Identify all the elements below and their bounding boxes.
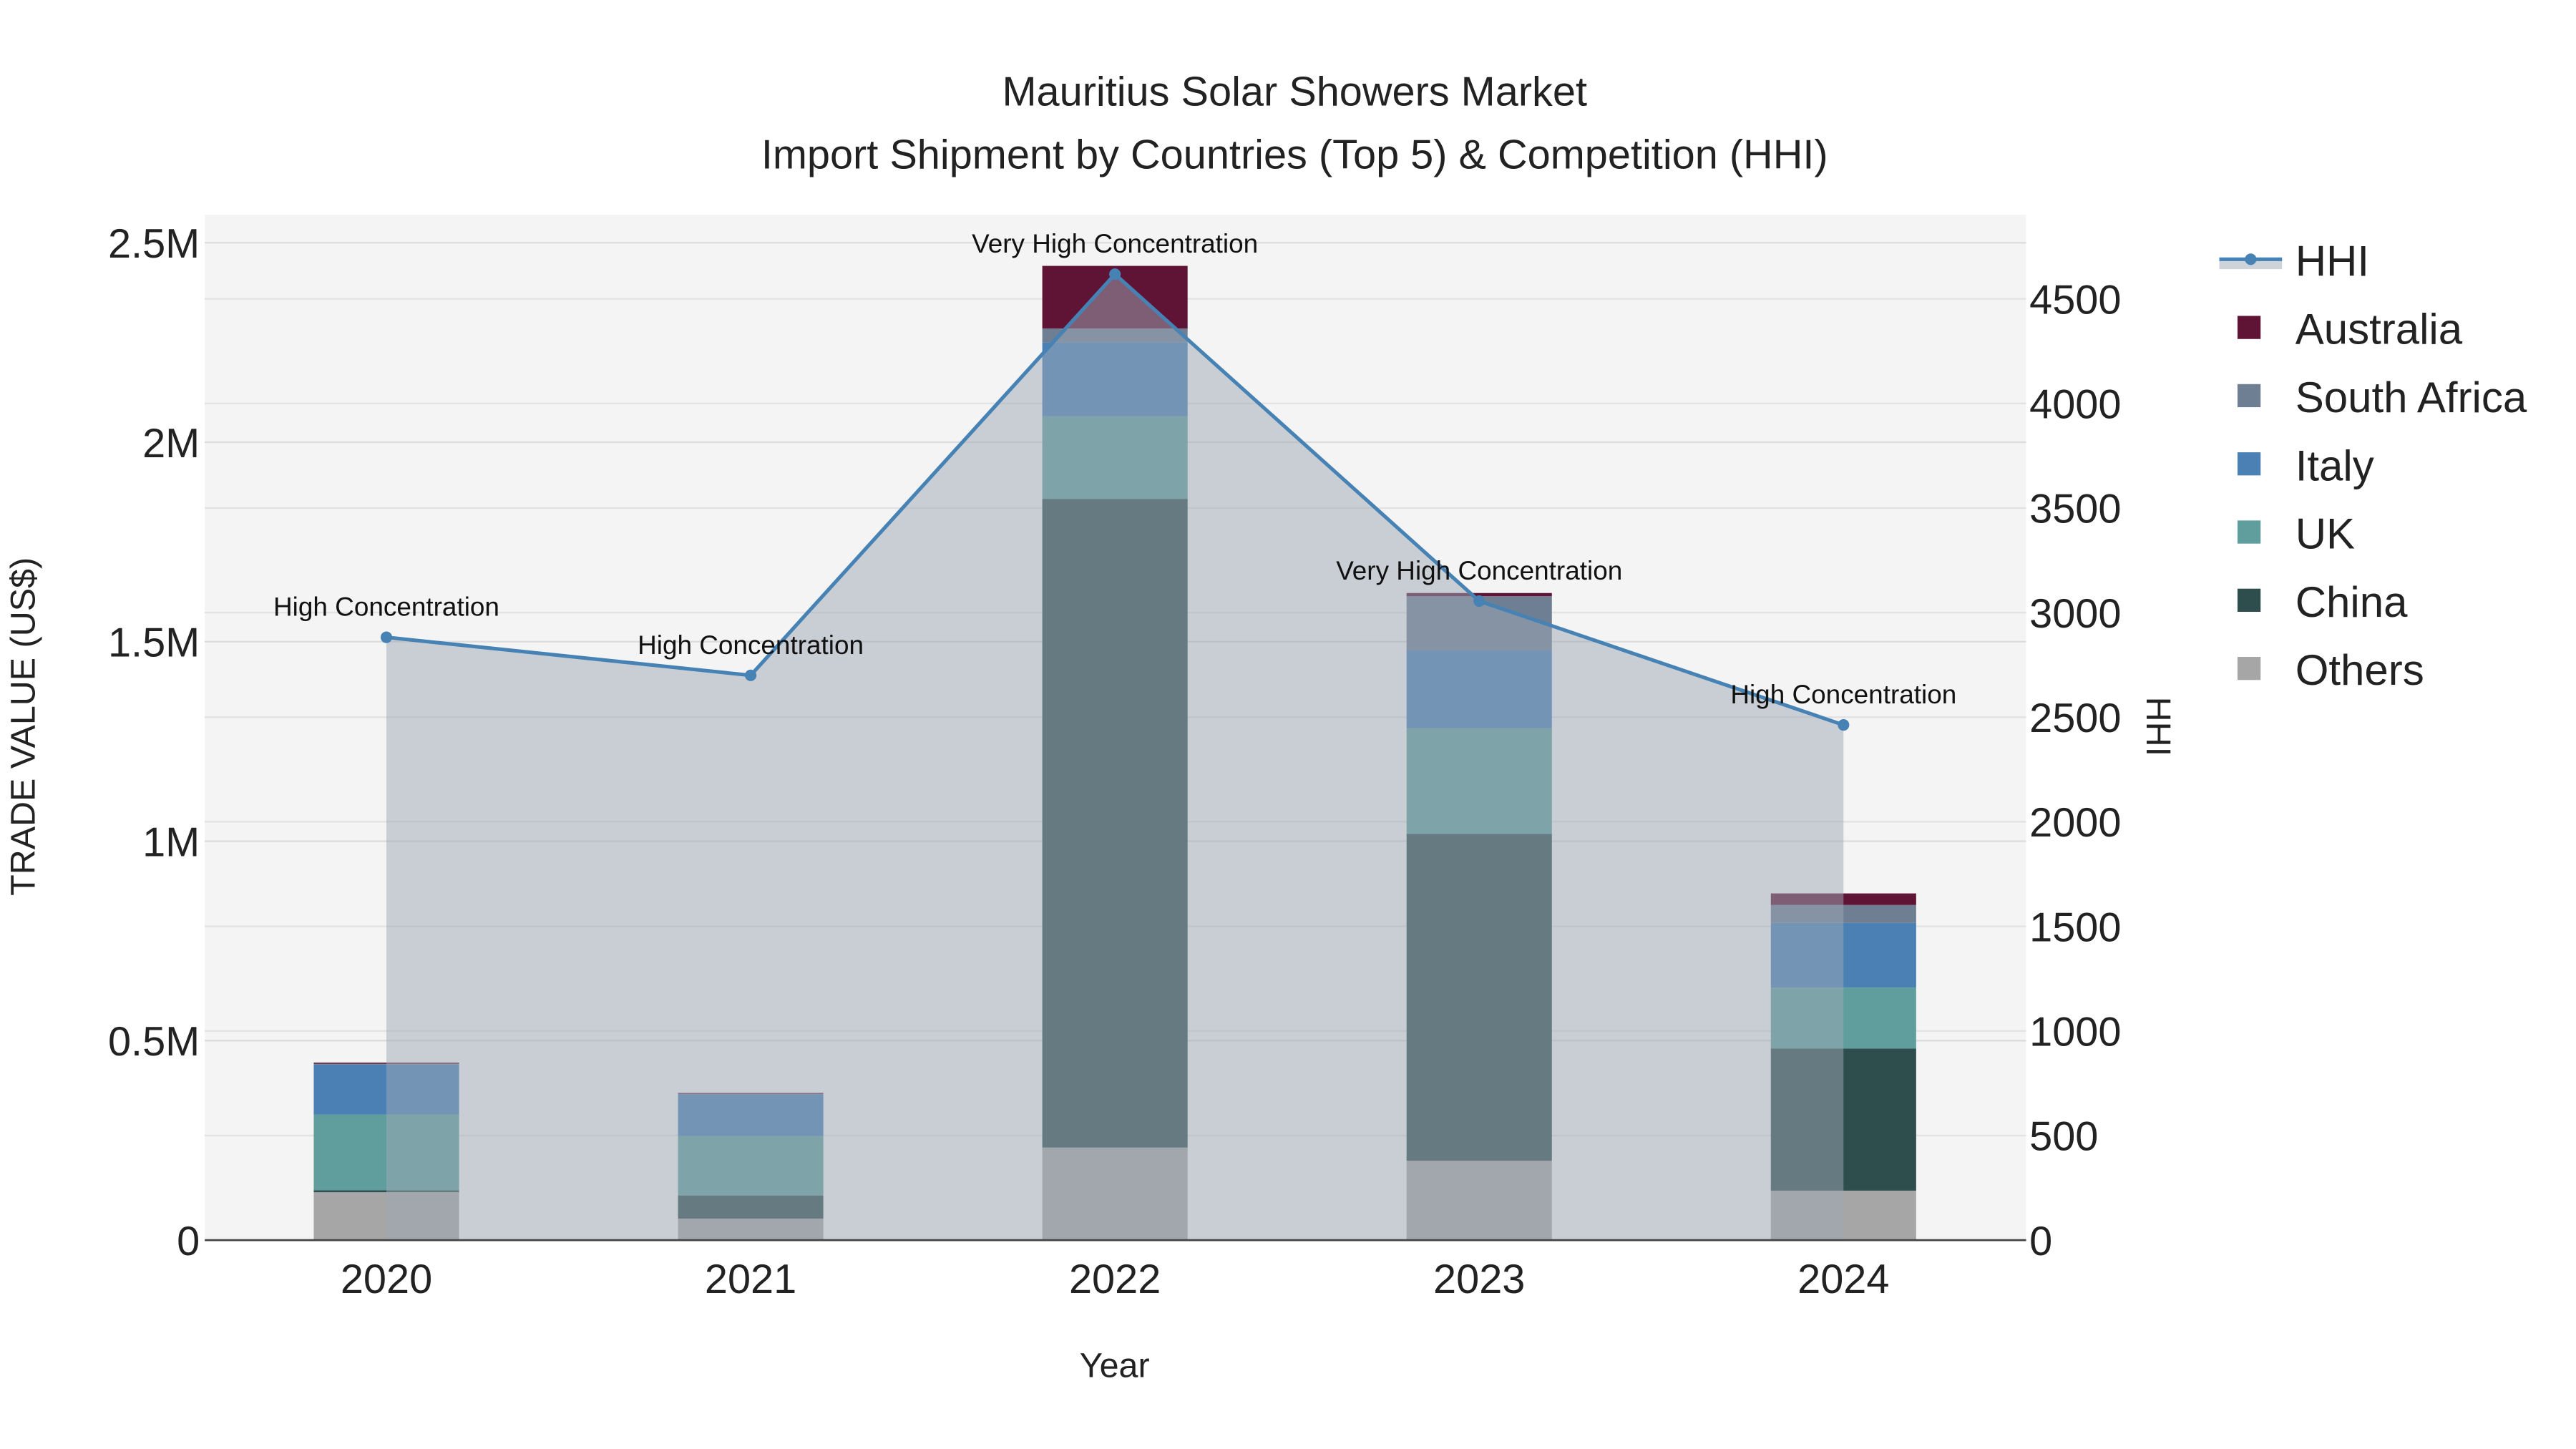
y-tick-label: 2M — [142, 421, 200, 467]
hhi-annotation: High Concentration — [1730, 680, 1956, 709]
y2-tick-label: 4000 — [2029, 382, 2121, 428]
y2-tick-label: 2500 — [2029, 696, 2121, 741]
hhi-point — [1838, 719, 1850, 731]
y2-tick-label: 4500 — [2029, 277, 2121, 323]
hhi-annotation: High Concentration — [273, 592, 499, 622]
x-tick-label: 2022 — [1069, 1257, 1161, 1302]
y-tick-label: 1M — [142, 819, 200, 865]
chart-subtitle: Import Shipment by Countries (Top 5) & C… — [761, 132, 1828, 177]
legend-label: Australia — [2296, 306, 2463, 353]
legend-label: UK — [2296, 510, 2355, 558]
hhi-annotation: Very High Concentration — [1336, 556, 1622, 585]
legend-label: South Africa — [2296, 374, 2527, 421]
chart: Mauritius Solar Showers Market Import Sh… — [0, 0, 2576, 1449]
y2-tick-label: 2000 — [2029, 800, 2121, 846]
legend-label: HHI — [2296, 237, 2369, 285]
x-tick-label: 2023 — [1433, 1257, 1525, 1302]
x-axis-title: Year — [1080, 1347, 1150, 1385]
x-tick-label: 2024 — [1797, 1257, 1889, 1302]
hhi-point — [1109, 268, 1121, 280]
legend-label: China — [2296, 578, 2408, 626]
y-tick-label: 1.5M — [108, 620, 200, 666]
legend-swatch-uk — [2237, 520, 2261, 544]
legend-swatch-italy — [2237, 452, 2261, 476]
y2-tick-label: 1000 — [2029, 1010, 2121, 1055]
chart-title: Mauritius Solar Showers Market — [1002, 69, 1587, 115]
x-tick-label: 2020 — [341, 1257, 432, 1302]
y-tick-label: 2.5M — [108, 221, 200, 267]
legend-hhi-marker — [2245, 253, 2257, 265]
hhi-annotation: Very High Concentration — [972, 229, 1258, 258]
y-tick-label: 0 — [177, 1219, 200, 1264]
legend-swatch-south-africa — [2237, 384, 2261, 408]
legend-swatch-australia — [2237, 316, 2261, 339]
y-tick-label: 0.5M — [108, 1019, 200, 1065]
hhi-point — [1473, 595, 1485, 608]
hhi-annotation: High Concentration — [638, 630, 864, 660]
x-tick-label: 2021 — [705, 1257, 796, 1302]
y2-tick-label: 500 — [2029, 1114, 2098, 1160]
y2-tick-label: 3500 — [2029, 487, 2121, 532]
legend-label: Others — [2296, 646, 2424, 694]
hhi-point — [745, 669, 757, 681]
legend-label: Italy — [2296, 441, 2374, 489]
legend-swatch-others — [2237, 657, 2261, 680]
legend-swatch-china — [2237, 588, 2261, 612]
y2-axis-title: HHI — [2139, 697, 2177, 756]
hhi-point — [380, 631, 393, 643]
y2-tick-label: 3000 — [2029, 591, 2121, 637]
y2-tick-label: 0 — [2029, 1219, 2052, 1264]
y2-tick-label: 1500 — [2029, 904, 2121, 950]
y-axis-title: TRADE VALUE (US$) — [4, 557, 42, 896]
